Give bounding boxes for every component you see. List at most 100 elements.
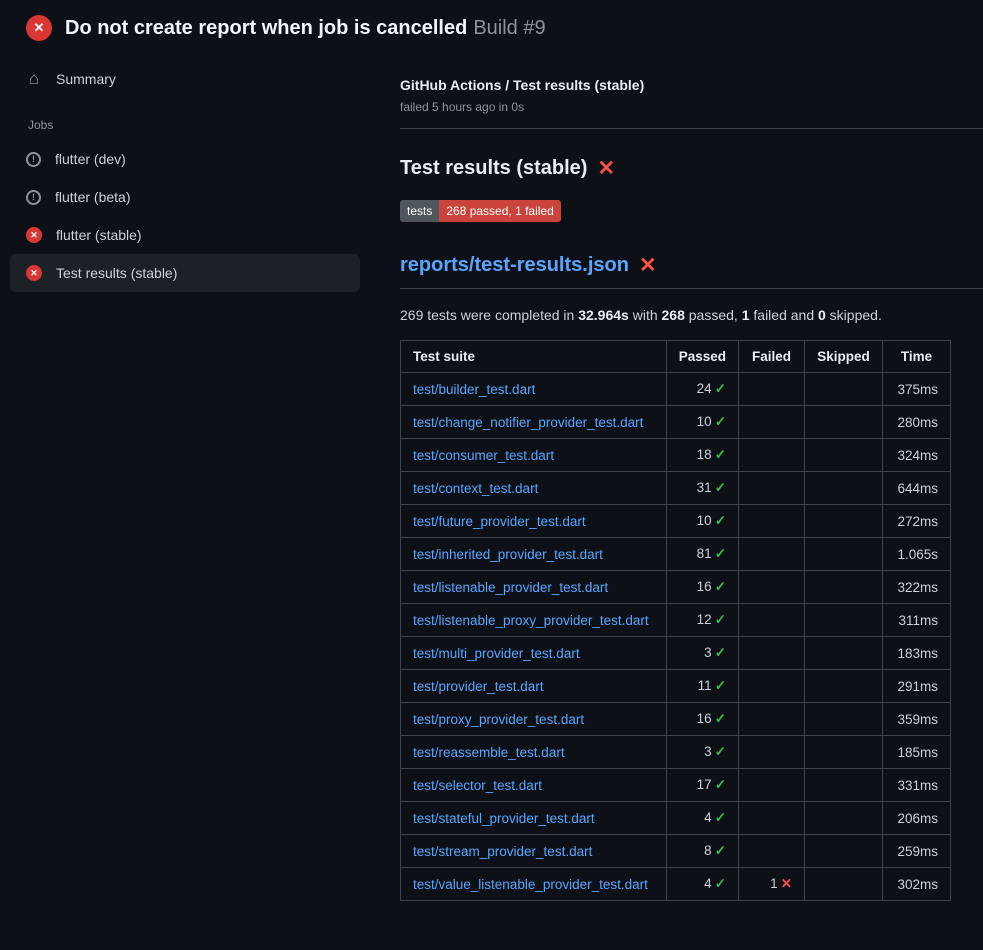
- passed-cell: 4✓: [666, 802, 738, 835]
- table-row: test/multi_provider_test.dart 3✓ 183ms: [401, 637, 951, 670]
- check-icon: ✓: [715, 414, 726, 429]
- report-file-link[interactable]: reports/test-results.json: [400, 254, 629, 277]
- table-row: test/proxy_provider_test.dart16✓359ms: [401, 703, 951, 736]
- test-suite-link[interactable]: test/context_test.dart: [413, 481, 538, 496]
- test-suite-link[interactable]: test/listenable_provider_test.dart: [413, 580, 608, 595]
- skipped-cell: [805, 439, 883, 472]
- passed-count: 24: [697, 381, 712, 396]
- passed-cell: 3✓: [666, 637, 738, 670]
- sidebar-item-job[interactable]: ✕flutter (stable): [10, 216, 360, 254]
- test-suite-link[interactable]: test/value_listenable_provider_test.dart: [413, 877, 648, 892]
- test-suite-link[interactable]: test/selector_test.dart: [413, 778, 542, 793]
- sidebar-item-job[interactable]: ✕ Test results (stable): [10, 254, 360, 292]
- skipped-cell: [805, 802, 883, 835]
- time-cell: 302ms: [883, 868, 951, 901]
- jobs-heading: Jobs: [10, 98, 360, 140]
- table-row: test/listenable_proxy_provider_test.dart…: [401, 604, 951, 637]
- failed-cell: [739, 703, 805, 736]
- test-suite-link[interactable]: test/inherited_provider_test.dart: [413, 547, 603, 562]
- passed-count: 81: [697, 546, 712, 561]
- table-row: test/listenable_provider_test.dart16✓322…: [401, 571, 951, 604]
- test-suite-cell: test/builder_test.dart: [401, 373, 667, 406]
- summary-sentence: 269 tests were completed in 32.964s with…: [400, 307, 951, 323]
- skipped-cell: [805, 868, 883, 901]
- check-icon: ✓: [715, 876, 726, 891]
- test-suite-link[interactable]: test/stateful_provider_test.dart: [413, 811, 595, 826]
- skipped-cell: [805, 571, 883, 604]
- failed-x-icon: ✕: [639, 255, 657, 276]
- passed-count: 3: [704, 645, 712, 660]
- section-title-text: Test results (stable): [400, 157, 587, 180]
- test-suite-cell: test/consumer_test.dart: [401, 439, 667, 472]
- job-label: flutter (dev): [55, 151, 126, 167]
- passed-count: 18: [697, 447, 712, 462]
- test-suite-cell: test/future_provider_test.dart: [401, 505, 667, 538]
- skipped-cell: [805, 505, 883, 538]
- check-icon: ✓: [715, 711, 726, 726]
- skipped-cell: [805, 835, 883, 868]
- time-cell: 644ms: [883, 472, 951, 505]
- passed-count: 16: [697, 579, 712, 594]
- passed-cell: 31✓: [666, 472, 738, 505]
- summary-skipped-count: 0: [818, 307, 826, 323]
- skipped-cell: [805, 703, 883, 736]
- test-suite-link[interactable]: test/listenable_proxy_provider_test.dart: [413, 613, 649, 628]
- job-label: Test results (stable): [56, 265, 177, 281]
- failed-icon: ✕: [26, 227, 42, 243]
- main-content: GitHub Actions / Test results (stable) f…: [376, 51, 983, 901]
- summary-duration: 32.964s: [578, 307, 629, 323]
- test-suite-link[interactable]: test/proxy_provider_test.dart: [413, 712, 584, 727]
- time-cell: 206ms: [883, 802, 951, 835]
- test-suite-link[interactable]: test/multi_provider_test.dart: [413, 646, 580, 661]
- test-suite-link[interactable]: test/change_notifier_provider_test.dart: [413, 415, 643, 430]
- passed-cell: 12✓: [666, 604, 738, 637]
- time-cell: 183ms: [883, 637, 951, 670]
- tests-badge: tests 268 passed, 1 failed: [400, 200, 561, 222]
- sidebar-item-summary[interactable]: ⌂ Summary: [10, 59, 360, 98]
- skipped-cell: [805, 406, 883, 439]
- check-icon: ✓: [715, 810, 726, 825]
- passed-count: 3: [704, 744, 712, 759]
- passed-count: 4: [704, 810, 712, 825]
- summary-passed-count: 268: [662, 307, 685, 323]
- test-suite-link[interactable]: test/stream_provider_test.dart: [413, 844, 592, 859]
- table-row: test/value_listenable_provider_test.dart…: [401, 868, 951, 901]
- build-number: Build #9: [473, 17, 545, 39]
- neutral-icon: !: [26, 152, 41, 167]
- test-suite-link[interactable]: test/consumer_test.dart: [413, 448, 554, 463]
- results-table: Test suite Passed Failed Skipped Time te…: [400, 340, 951, 901]
- badge-value: 268 passed, 1 failed: [439, 200, 560, 222]
- col-header-failed: Failed: [739, 341, 805, 373]
- summary-label: Summary: [56, 71, 116, 87]
- skipped-cell: [805, 769, 883, 802]
- section-title: Test results (stable) ✕: [400, 157, 983, 180]
- passed-cell: 18✓: [666, 439, 738, 472]
- test-suite-cell: test/value_listenable_provider_test.dart: [401, 868, 667, 901]
- passed-cell: 81✓: [666, 538, 738, 571]
- test-suite-cell: test/stateful_provider_test.dart: [401, 802, 667, 835]
- results-table-body: test/builder_test.dart24✓375mstest/chang…: [401, 373, 951, 901]
- sidebar-item-job[interactable]: !flutter (beta): [10, 178, 360, 216]
- test-suite-link[interactable]: test/reassemble_test.dart: [413, 745, 565, 760]
- passed-count: 8: [704, 843, 712, 858]
- test-suite-link[interactable]: test/future_provider_test.dart: [413, 514, 586, 529]
- col-header-passed: Passed: [666, 341, 738, 373]
- failed-cell: 1✕: [739, 868, 805, 901]
- table-row: test/reassemble_test.dart3✓185ms: [401, 736, 951, 769]
- failed-icon: ✕: [26, 265, 42, 281]
- test-suite-link[interactable]: test/provider_test.dart: [413, 679, 544, 694]
- summary-failed-count: 1: [742, 307, 750, 323]
- time-cell: 324ms: [883, 439, 951, 472]
- time-cell: 322ms: [883, 571, 951, 604]
- sidebar-item-job[interactable]: ! flutter (dev): [10, 140, 360, 178]
- passed-count: 10: [697, 414, 712, 429]
- summary-text: failed and: [750, 307, 819, 323]
- failed-cell: [739, 439, 805, 472]
- table-row: test/consumer_test.dart 18✓ 324ms: [401, 439, 951, 472]
- col-header-skipped: Skipped: [805, 341, 883, 373]
- passed-count: 17: [697, 777, 712, 792]
- report-heading: reports/test-results.json ✕: [400, 254, 983, 289]
- passed-count: 11: [698, 678, 712, 693]
- passed-count: 10: [697, 513, 712, 528]
- test-suite-link[interactable]: test/builder_test.dart: [413, 382, 535, 397]
